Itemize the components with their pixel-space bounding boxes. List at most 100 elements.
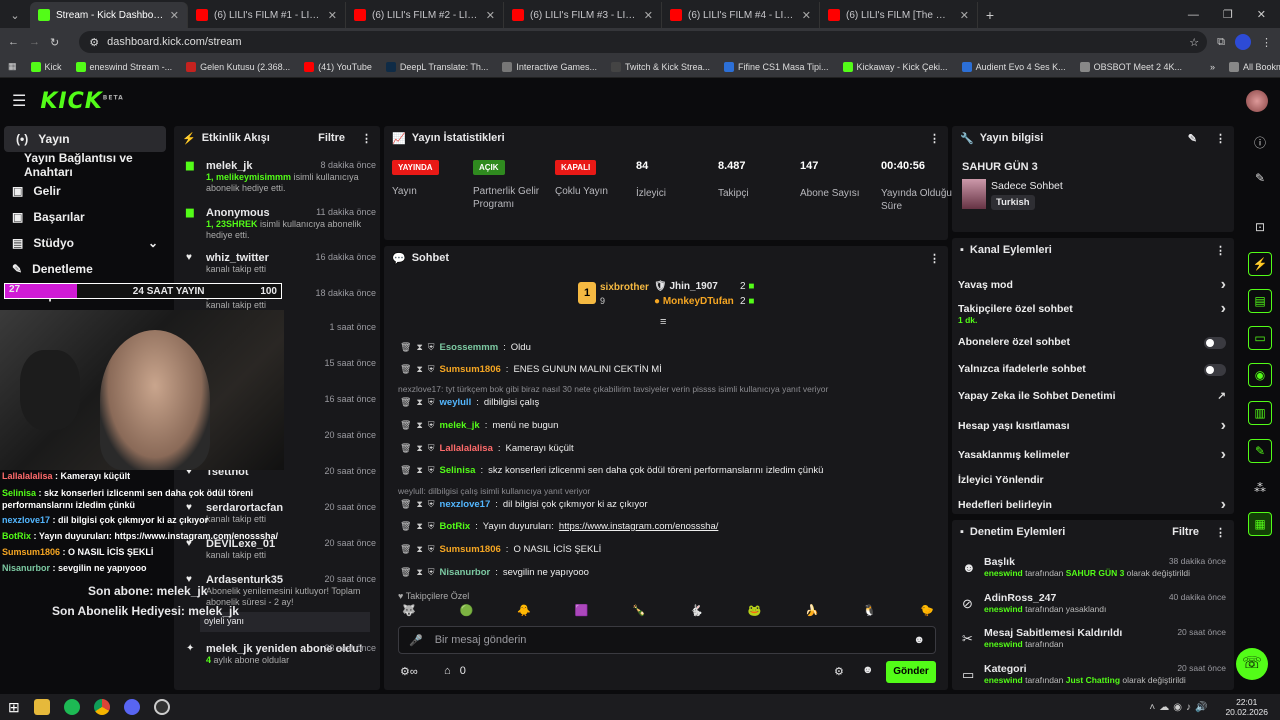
chat-username[interactable]: Esossemmm bbox=[440, 342, 499, 353]
delete-icon[interactable]: 🗑 bbox=[400, 364, 411, 375]
ban-icon[interactable]: ⛨ bbox=[428, 364, 435, 375]
close-tab-icon[interactable]: ✕ bbox=[486, 9, 495, 22]
category-thumbnail[interactable] bbox=[962, 179, 986, 209]
more-icon[interactable]: ⋮ bbox=[361, 132, 372, 145]
channel-action-item[interactable]: Hedefleri belirleyin › bbox=[958, 496, 1226, 513]
channel-action-item[interactable]: Takipçilere özel sohbet 1 dk. › bbox=[958, 300, 1226, 325]
nav-basarilar[interactable]: ▣ Başarılar bbox=[0, 204, 172, 230]
delete-icon[interactable]: 🗑 bbox=[400, 521, 411, 532]
toggle-switch[interactable] bbox=[1204, 337, 1226, 349]
more-icon[interactable]: ⋮ bbox=[1215, 526, 1226, 539]
channel-action-item[interactable]: Yapay Zeka ile Sohbet Denetimi ↗ bbox=[958, 390, 1226, 402]
ban-icon[interactable]: ⛨ bbox=[428, 499, 435, 510]
screen-icon[interactable]: ⊡ bbox=[1248, 215, 1272, 239]
bookmark-item[interactable]: (41) YouTube bbox=[304, 61, 372, 72]
close-tab-icon[interactable]: ✕ bbox=[644, 9, 653, 22]
bookmark-item[interactable]: eneswind Stream -... bbox=[75, 61, 172, 72]
channel-action-item[interactable]: Hesap yaşı kısıtlaması › bbox=[958, 417, 1226, 434]
delete-icon[interactable]: 🗑 bbox=[400, 499, 411, 510]
chat-message[interactable]: 🗑 ⧗ ⛨ Lallalalalisa: Kamerayı küçült bbox=[400, 443, 574, 454]
mic-icon[interactable]: 🎤 bbox=[409, 634, 423, 647]
clipboard-icon[interactable]: ▤ bbox=[1248, 289, 1272, 313]
points-icon[interactable]: ⚙∞ bbox=[400, 665, 418, 678]
delete-icon[interactable]: 🗑 bbox=[400, 465, 411, 476]
mod-filter-button[interactable]: Filtre bbox=[1172, 526, 1199, 538]
chat-username[interactable]: Nisanurbor bbox=[440, 567, 491, 578]
chat-message[interactable]: 🗑 ⧗ ⛨ melek_jk: menü ne bugun bbox=[400, 420, 558, 431]
bookmark-item[interactable]: Interactive Games... bbox=[502, 61, 597, 72]
activity-item[interactable]: ✦ melek_jk yeniden abone oldu! 4 aylık abo… bbox=[186, 643, 376, 666]
bookmark-star-icon[interactable]: ☆ bbox=[1189, 36, 1207, 49]
chat-message[interactable]: 🗑 ⧗ ⛨ nexzlove17: dil bilgisi çok çıkmıyor k… bbox=[400, 499, 648, 510]
delete-icon[interactable]: 🗑 bbox=[400, 544, 411, 555]
chat-username[interactable]: Selinisa bbox=[440, 465, 476, 476]
category-name[interactable]: Sadece Sohbet bbox=[991, 180, 1063, 192]
activity-item[interactable]: ♥ whiz_twitter kanalı takip etti 16 dakika … bbox=[186, 252, 376, 275]
browser-tab[interactable]: (6) LILI's FILM [The Movie] - YouTube ✕ bbox=[820, 2, 978, 28]
wrench-icon[interactable]: ✎ bbox=[1248, 439, 1272, 463]
send-button[interactable]: Gönder bbox=[886, 661, 936, 683]
browser-tab[interactable]: (6) LILI's FILM #4 - LISA Dance Perfor ✕ bbox=[662, 2, 820, 28]
browser-tab[interactable]: (6) LILI's FILM #2 - LISA Dance Perfor ✕ bbox=[346, 2, 504, 28]
activity-item[interactable]: ▆ Anonymous 1, 23SHREK isimli kullanıcıya … bbox=[186, 207, 376, 241]
top-gifter-2[interactable]: 🛡 Jhin_1907 bbox=[654, 281, 718, 292]
reload-icon[interactable]: ↻ bbox=[50, 36, 59, 49]
emote-icon[interactable]: 🐺 bbox=[402, 604, 416, 622]
delete-icon[interactable]: 🗑 bbox=[400, 567, 411, 578]
mod-action-item[interactable]: ✂ Mesaj Sabitlemesi Kaldırıldı eneswind ta… bbox=[960, 627, 1226, 649]
ban-icon[interactable]: ⛨ bbox=[428, 397, 435, 408]
more-icon[interactable]: ⋮ bbox=[929, 252, 940, 265]
emoji-icon[interactable]: ☻ bbox=[913, 634, 925, 646]
timeout-icon[interactable]: ⧗ bbox=[416, 397, 422, 408]
tray-icons[interactable]: ˄☁◉♪🔊 bbox=[1149, 702, 1211, 713]
tab-search-icon[interactable]: ⌄ bbox=[0, 2, 30, 28]
chat-link[interactable]: https://www.instagram.com/enosssha/ bbox=[559, 521, 718, 532]
restore-icon[interactable]: ❐ bbox=[1223, 2, 1233, 28]
bookmark-item[interactable]: OBSBOT Meet 2 4K... bbox=[1079, 61, 1182, 72]
discord-icon[interactable] bbox=[123, 699, 140, 715]
language-tag[interactable]: Turkish bbox=[991, 195, 1035, 210]
toggle-switch[interactable] bbox=[1204, 364, 1226, 376]
chat-username[interactable]: nexzlove17 bbox=[440, 499, 491, 510]
close-tab-icon[interactable]: ✕ bbox=[802, 9, 811, 22]
chat-input[interactable]: 🎤 Bir mesaj gönderin ☻ bbox=[398, 626, 936, 654]
chrome-icon[interactable] bbox=[93, 699, 110, 715]
chat-message[interactable]: 🗑 ⧗ ⛨ weylull: dilbilgisi çalış bbox=[400, 397, 539, 408]
delete-icon[interactable]: 🗑 bbox=[400, 420, 411, 431]
timeout-icon[interactable]: ⧗ bbox=[416, 521, 422, 532]
emote-icon[interactable]: 🐸 bbox=[747, 604, 761, 622]
community-icon[interactable]: ☻ bbox=[862, 664, 874, 676]
timeout-icon[interactable]: ⧗ bbox=[416, 443, 422, 454]
top-gifter-1[interactable]: sixbrother bbox=[600, 282, 649, 293]
clapper-icon[interactable]: ▦ bbox=[1248, 512, 1272, 536]
close-tab-icon[interactable]: ✕ bbox=[170, 9, 179, 22]
hamburger-icon[interactable]: ☰ bbox=[12, 91, 26, 111]
back-icon[interactable]: ← bbox=[8, 36, 19, 48]
ban-icon[interactable]: ⛨ bbox=[428, 342, 435, 353]
people-icon[interactable]: ⁂ bbox=[1248, 476, 1272, 500]
chat-message[interactable]: 🗑 ⧗ ⛨ Sumsum1806: O NASIL İCİS ŞEKLİ bbox=[400, 544, 601, 555]
edit-icon[interactable]: ✎ bbox=[1188, 132, 1197, 145]
nav-gelir[interactable]: ▣ Gelir bbox=[0, 178, 172, 204]
close-tab-icon[interactable]: ✕ bbox=[960, 9, 969, 22]
browser-tab[interactable]: (6) LILI's FILM #3 - LISA Dance Perfor ✕ bbox=[504, 2, 662, 28]
channel-action-item[interactable]: Abonelere özel sohbet bbox=[958, 336, 1226, 349]
activity-item[interactable]: ▆ melek_jk 1, melikeymisimmm isimli kullan… bbox=[186, 160, 376, 194]
ban-icon[interactable]: ⛨ bbox=[428, 544, 435, 555]
timeout-icon[interactable]: ⧗ bbox=[416, 420, 422, 431]
delete-icon[interactable]: 🗑 bbox=[400, 342, 411, 353]
all-bookmarks[interactable]: All Bookmarks bbox=[1229, 61, 1280, 72]
chat-username[interactable]: Sumsum1806 bbox=[440, 544, 501, 555]
chat-message[interactable]: 🗑 ⧗ ⛨ Selinisa: skz konserleri izlicenmi sen… bbox=[400, 465, 823, 476]
chat-message[interactable]: 🗑 ⧗ ⛨ Nisanurbor: sevgilin ne yapıyooo bbox=[400, 567, 589, 578]
new-tab-button[interactable]: + bbox=[978, 2, 1002, 28]
gift-counter[interactable]: ⌂ 0 bbox=[444, 665, 466, 677]
chat-username[interactable]: melek_jk bbox=[440, 420, 480, 431]
nav-yayin[interactable]: (•) Yayın bbox=[4, 126, 166, 152]
lightning-icon[interactable]: ⚡ bbox=[1248, 252, 1272, 276]
mod-action-item[interactable]: ☻ Başlık eneswind tarafından SAHUR GÜN 3 o… bbox=[960, 556, 1226, 578]
close-tab-icon[interactable]: ✕ bbox=[328, 9, 337, 22]
bookmark-item[interactable]: DeepL Translate: Th... bbox=[385, 61, 488, 72]
top-gifter-3[interactable]: ● MonkeyDTufan bbox=[654, 296, 734, 307]
delete-icon[interactable]: 🗑 bbox=[400, 397, 411, 408]
